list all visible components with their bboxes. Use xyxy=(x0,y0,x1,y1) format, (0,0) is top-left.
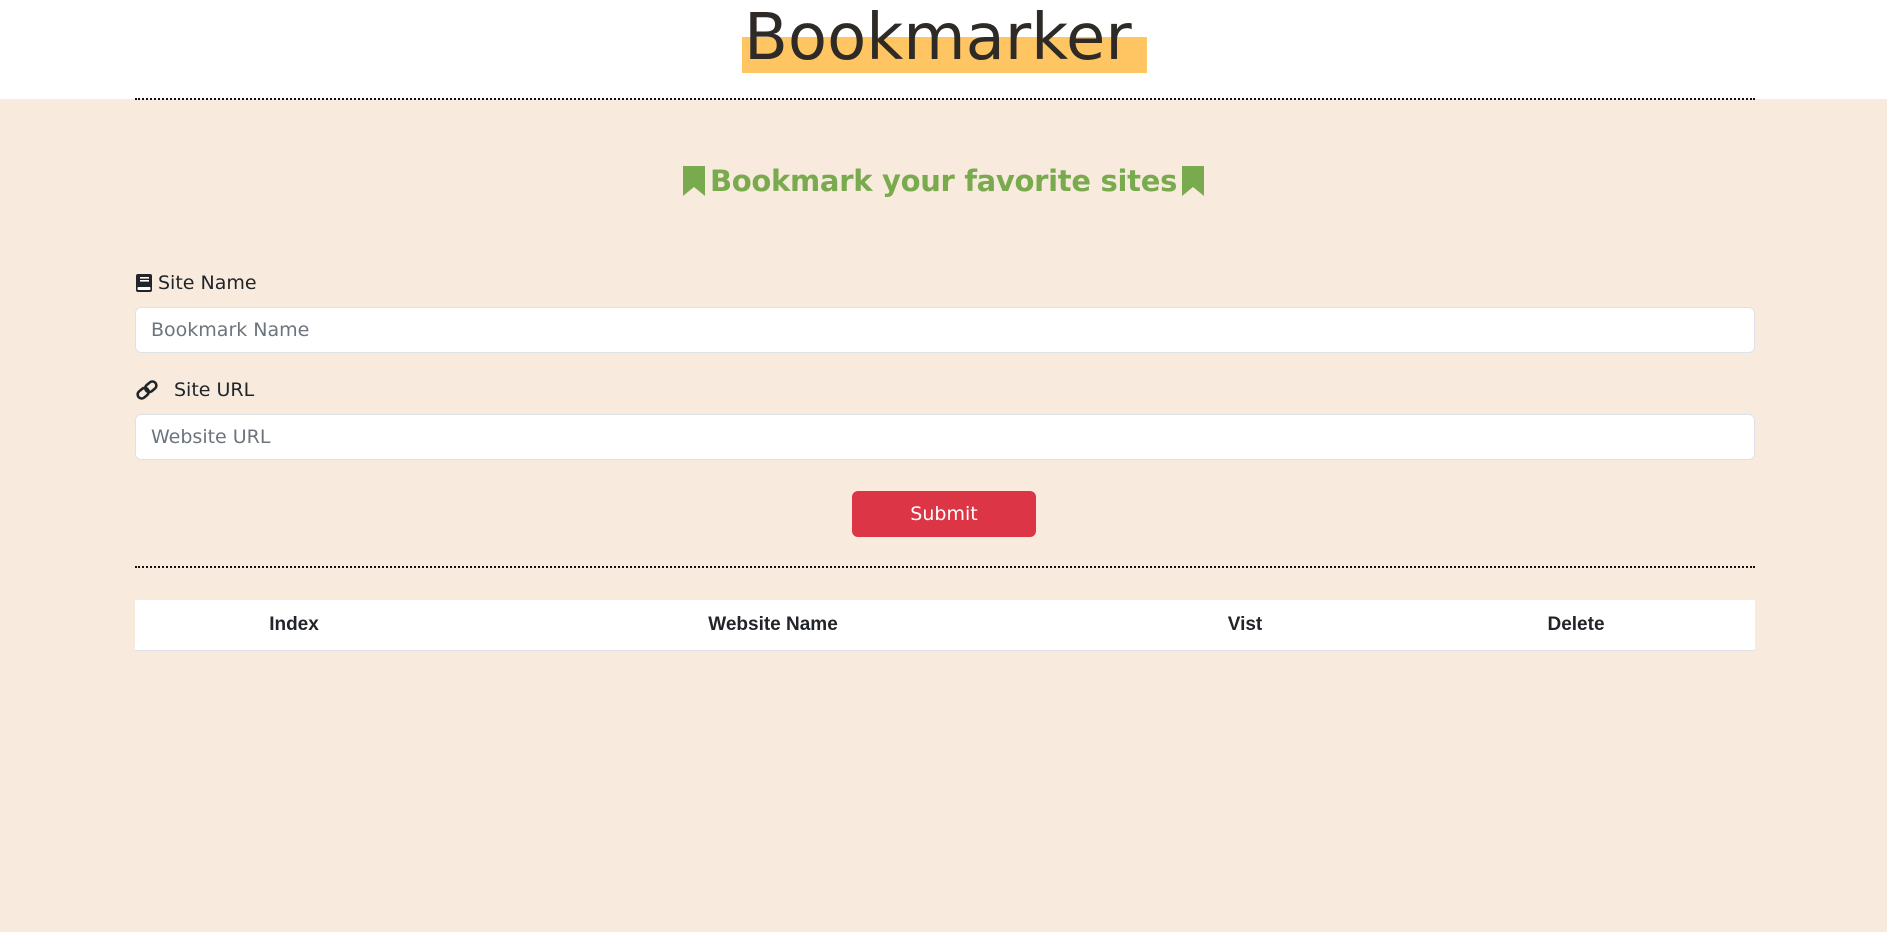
bookmark-icon xyxy=(682,165,706,197)
logo-text: Bookmarker xyxy=(744,1,1132,75)
page-heading: Bookmark your favorite sites xyxy=(0,158,1887,204)
site-url-label: Site URL xyxy=(135,377,254,403)
column-header-visit: Vist xyxy=(1093,600,1397,651)
column-header-website-name: Website Name xyxy=(453,600,1093,651)
site-url-label-text: Site URL xyxy=(174,379,255,401)
site-name-input[interactable] xyxy=(135,307,1755,353)
form-divider xyxy=(135,566,1755,568)
submit-button[interactable]: Submit xyxy=(852,491,1036,537)
app-header: Bookmarker xyxy=(0,0,1887,99)
header-divider xyxy=(135,98,1755,100)
book-icon xyxy=(135,273,153,293)
site-name-label: Site Name xyxy=(135,270,257,296)
bookmarks-table: Index Website Name Vist Delete xyxy=(135,600,1755,651)
table-header-row: Index Website Name Vist Delete xyxy=(135,600,1755,651)
page-title: Bookmark your favorite sites xyxy=(709,164,1178,198)
site-name-label-text: Site Name xyxy=(158,272,257,294)
bookmark-icon xyxy=(1181,165,1205,197)
site-url-input[interactable] xyxy=(135,414,1755,460)
column-header-index: Index xyxy=(135,600,453,651)
logo: Bookmarker xyxy=(742,2,1147,74)
column-header-delete: Delete xyxy=(1397,600,1755,651)
link-icon xyxy=(135,380,159,400)
